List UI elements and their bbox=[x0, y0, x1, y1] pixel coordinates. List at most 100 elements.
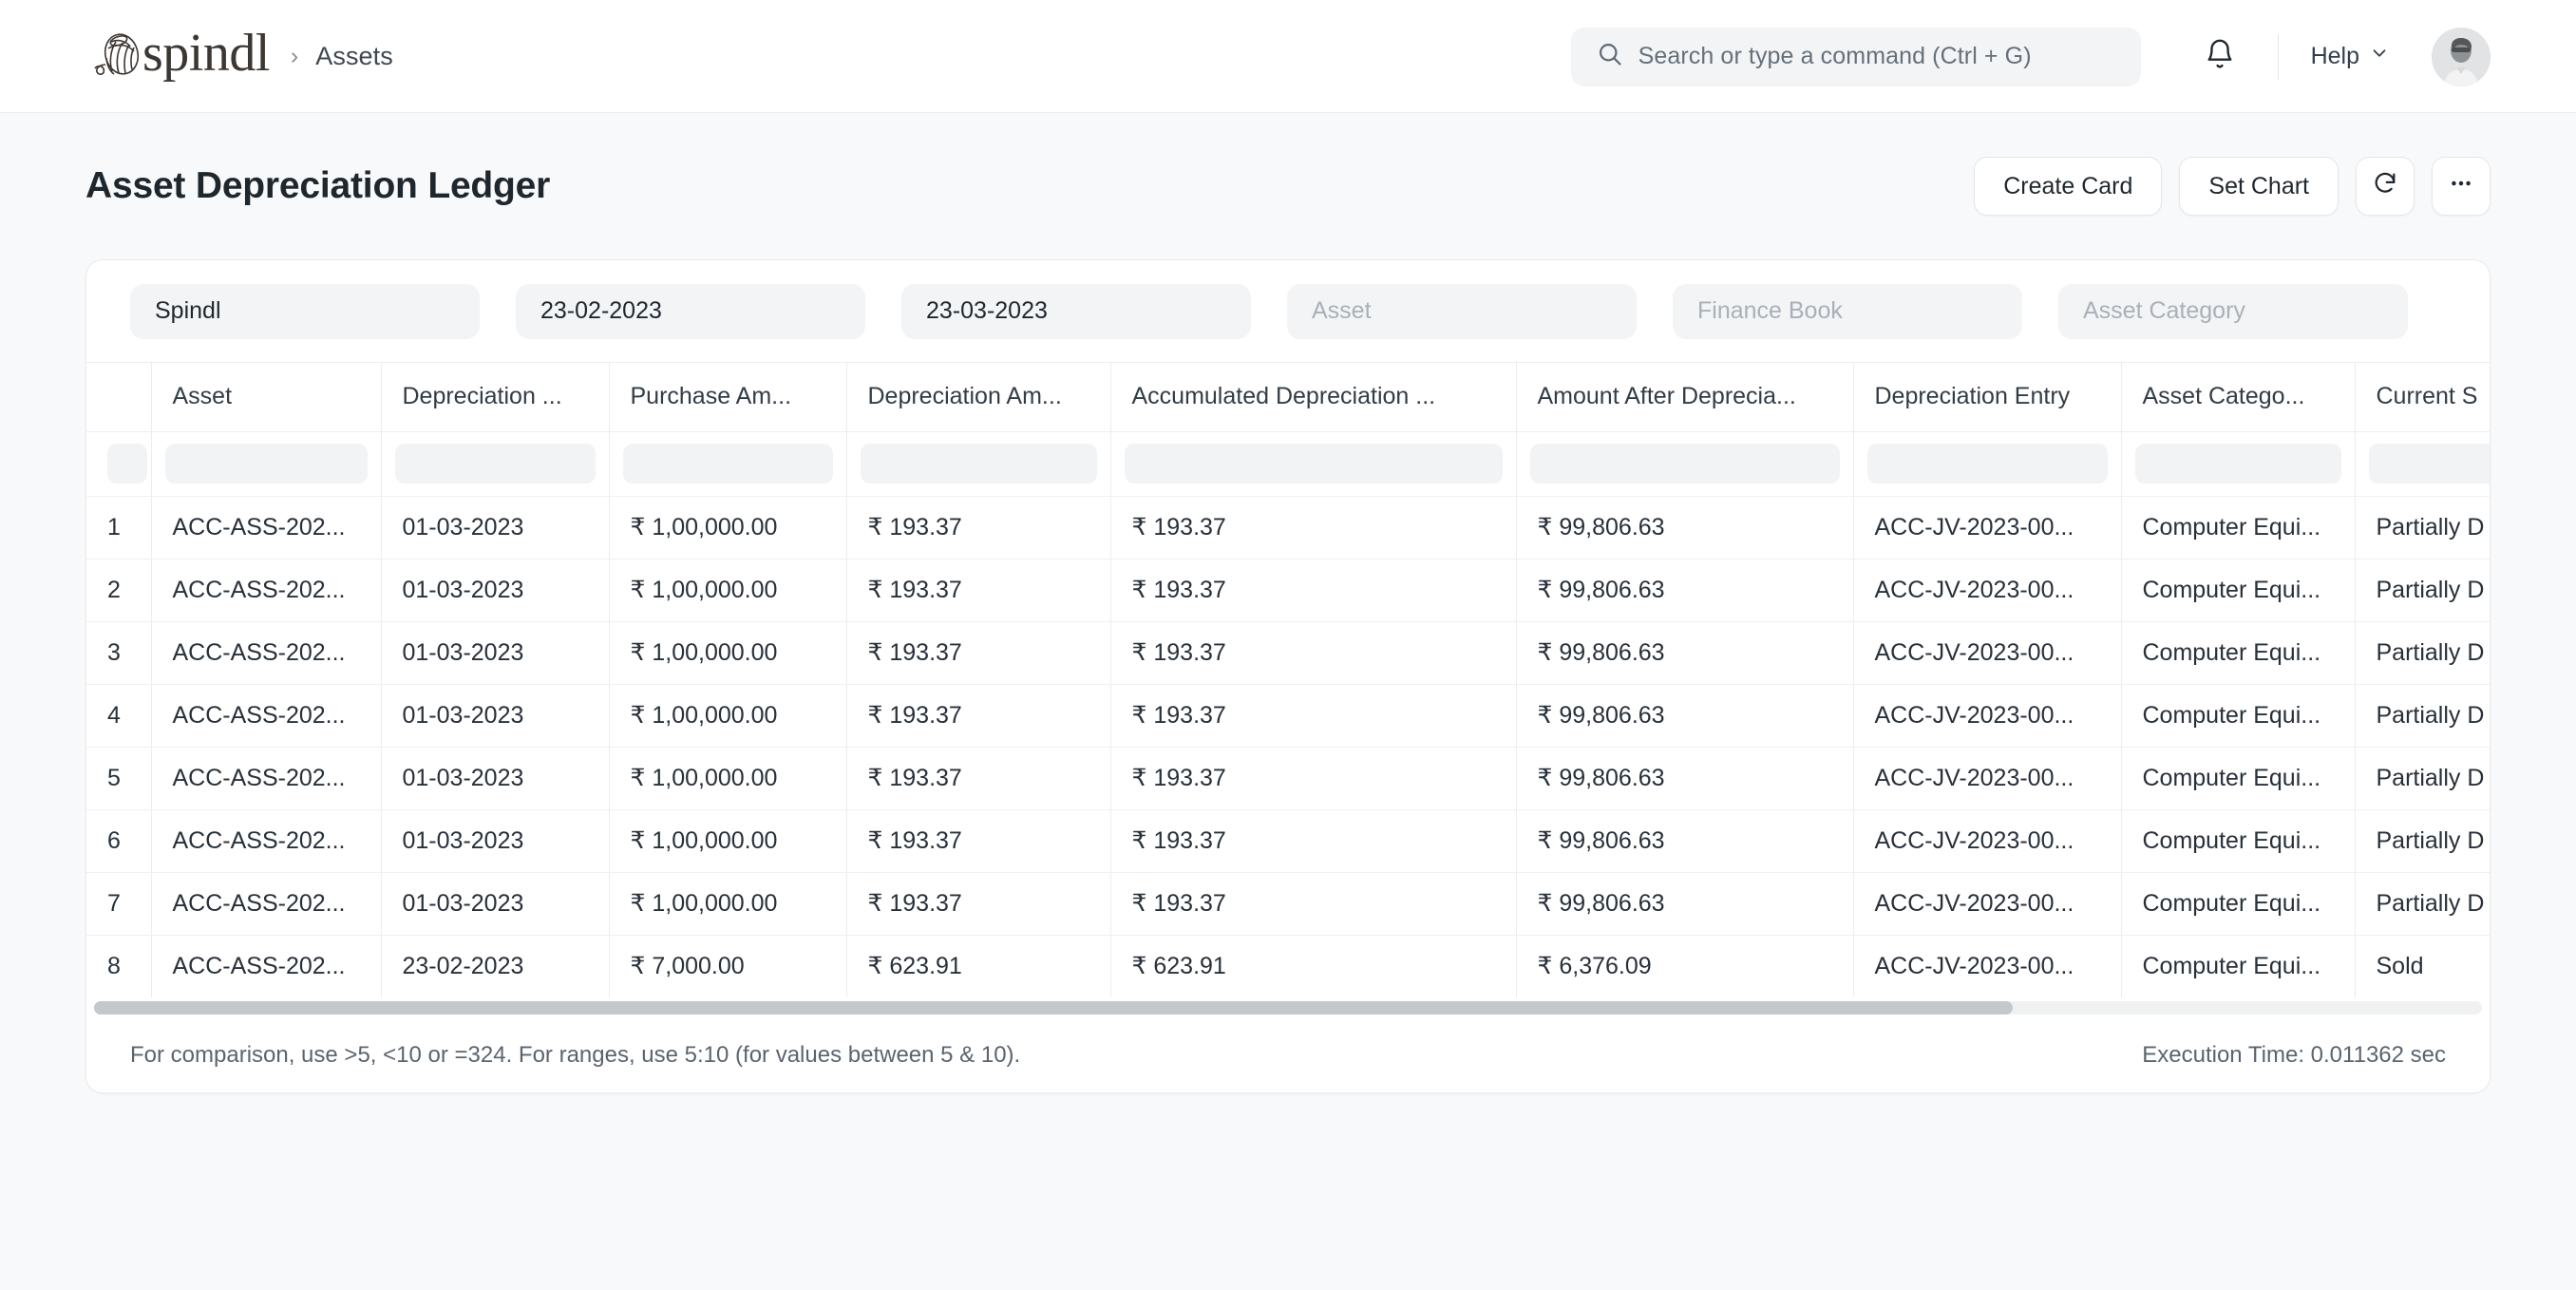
cell-amount_after[interactable]: ₹ 99,806.63 bbox=[1516, 684, 1853, 747]
cell-amount_after[interactable]: ₹ 99,806.63 bbox=[1516, 621, 1853, 684]
cell-asset[interactable]: ACC-ASS-202... bbox=[151, 935, 381, 997]
scrollbar-thumb[interactable] bbox=[94, 1001, 2013, 1015]
cell-depreciation_amount[interactable]: ₹ 193.37 bbox=[846, 621, 1110, 684]
table-row[interactable]: 8ACC-ASS-202...23-02-2023₹ 7,000.00₹ 623… bbox=[86, 935, 2490, 997]
cell-dep_entry[interactable]: ACC-JV-2023-00... bbox=[1853, 684, 2121, 747]
column-filter-input[interactable] bbox=[861, 444, 1097, 484]
cell-current_status[interactable]: Partially D bbox=[2355, 747, 2490, 809]
cell-purchase_amount[interactable]: ₹ 1,00,000.00 bbox=[609, 496, 846, 559]
cell-asset_category[interactable]: Computer Equi... bbox=[2121, 809, 2355, 872]
cell-amount_after[interactable]: ₹ 99,806.63 bbox=[1516, 809, 1853, 872]
cell-idx[interactable]: 8 bbox=[86, 935, 151, 997]
cell-asset_category[interactable]: Computer Equi... bbox=[2121, 621, 2355, 684]
cell-accumulated_depreciation[interactable]: ₹ 193.37 bbox=[1110, 496, 1516, 559]
cell-purchase_amount[interactable]: ₹ 1,00,000.00 bbox=[609, 747, 846, 809]
cell-depreciation_amount[interactable]: ₹ 193.37 bbox=[846, 496, 1110, 559]
cell-depreciation_amount[interactable]: ₹ 193.37 bbox=[846, 809, 1110, 872]
filter-asset[interactable]: Asset bbox=[1287, 284, 1637, 339]
cell-dep_date[interactable]: 01-03-2023 bbox=[381, 496, 609, 559]
cell-accumulated_depreciation[interactable]: ₹ 193.37 bbox=[1110, 872, 1516, 935]
table-row[interactable]: 2ACC-ASS-202...01-03-2023₹ 1,00,000.00₹ … bbox=[86, 559, 2490, 621]
column-filter-input[interactable] bbox=[2135, 444, 2341, 484]
cell-asset[interactable]: ACC-ASS-202... bbox=[151, 684, 381, 747]
cell-depreciation_amount[interactable]: ₹ 623.91 bbox=[846, 935, 1110, 997]
cell-asset[interactable]: ACC-ASS-202... bbox=[151, 496, 381, 559]
filter-cell-asset-category[interactable] bbox=[2121, 431, 2355, 496]
help-menu-button[interactable]: Help bbox=[2311, 43, 2390, 70]
avatar[interactable] bbox=[2432, 28, 2491, 86]
column-header-amount-after-depreciation[interactable]: Amount After Deprecia... bbox=[1516, 363, 1853, 431]
column-header-depreciation-amount[interactable]: Depreciation Am... bbox=[846, 363, 1110, 431]
set-chart-button[interactable]: Set Chart bbox=[2179, 157, 2339, 216]
table-row[interactable]: 7ACC-ASS-202...01-03-2023₹ 1,00,000.00₹ … bbox=[86, 872, 2490, 935]
table-row[interactable]: 3ACC-ASS-202...01-03-2023₹ 1,00,000.00₹ … bbox=[86, 621, 2490, 684]
cell-current_status[interactable]: Partially D bbox=[2355, 872, 2490, 935]
filter-cell-current-status[interactable] bbox=[2355, 431, 2490, 496]
cell-asset_category[interactable]: Computer Equi... bbox=[2121, 496, 2355, 559]
cell-asset_category[interactable]: Computer Equi... bbox=[2121, 684, 2355, 747]
column-filter-input[interactable] bbox=[1867, 444, 2108, 484]
column-filter-input[interactable] bbox=[1530, 444, 1840, 484]
filter-cell-depreciation-entry[interactable] bbox=[1853, 431, 2121, 496]
filter-cell-purchase-amount[interactable] bbox=[609, 431, 846, 496]
cell-amount_after[interactable]: ₹ 99,806.63 bbox=[1516, 496, 1853, 559]
column-filter-input[interactable] bbox=[1125, 444, 1503, 484]
cell-depreciation_amount[interactable]: ₹ 193.37 bbox=[846, 747, 1110, 809]
cell-dep_entry[interactable]: ACC-JV-2023-00... bbox=[1853, 621, 2121, 684]
cell-purchase_amount[interactable]: ₹ 1,00,000.00 bbox=[609, 684, 846, 747]
cell-depreciation_amount[interactable]: ₹ 193.37 bbox=[846, 872, 1110, 935]
column-header-depreciation-date[interactable]: Depreciation ... bbox=[381, 363, 609, 431]
cell-dep_entry[interactable]: ACC-JV-2023-00... bbox=[1853, 935, 2121, 997]
cell-dep_date[interactable]: 01-03-2023 bbox=[381, 872, 609, 935]
global-search[interactable]: Search or type a command (Ctrl + G) bbox=[1571, 28, 2141, 86]
cell-dep_entry[interactable]: ACC-JV-2023-00... bbox=[1853, 747, 2121, 809]
cell-dep_date[interactable]: 23-02-2023 bbox=[381, 935, 609, 997]
more-actions-button[interactable] bbox=[2432, 157, 2491, 216]
column-header-current-status[interactable]: Current S bbox=[2355, 363, 2490, 431]
cell-amount_after[interactable]: ₹ 6,376.09 bbox=[1516, 935, 1853, 997]
filter-cell-amount-after-depreciation[interactable] bbox=[1516, 431, 1853, 496]
cell-accumulated_depreciation[interactable]: ₹ 193.37 bbox=[1110, 559, 1516, 621]
cell-asset_category[interactable]: Computer Equi... bbox=[2121, 747, 2355, 809]
cell-depreciation_amount[interactable]: ₹ 193.37 bbox=[846, 559, 1110, 621]
cell-amount_after[interactable]: ₹ 99,806.63 bbox=[1516, 747, 1853, 809]
cell-asset[interactable]: ACC-ASS-202... bbox=[151, 621, 381, 684]
cell-current_status[interactable]: Partially D bbox=[2355, 684, 2490, 747]
filter-cell-depreciation-date[interactable] bbox=[381, 431, 609, 496]
cell-asset_category[interactable]: Computer Equi... bbox=[2121, 559, 2355, 621]
cell-purchase_amount[interactable]: ₹ 1,00,000.00 bbox=[609, 872, 846, 935]
table-row[interactable]: 4ACC-ASS-202...01-03-2023₹ 1,00,000.00₹ … bbox=[86, 684, 2490, 747]
cell-idx[interactable]: 5 bbox=[86, 747, 151, 809]
cell-accumulated_depreciation[interactable]: ₹ 193.37 bbox=[1110, 747, 1516, 809]
breadcrumb-assets[interactable]: Assets bbox=[315, 42, 393, 71]
column-header-purchase-amount[interactable]: Purchase Am... bbox=[609, 363, 846, 431]
cell-dep_date[interactable]: 01-03-2023 bbox=[381, 684, 609, 747]
cell-asset[interactable]: ACC-ASS-202... bbox=[151, 559, 381, 621]
cell-idx[interactable]: 4 bbox=[86, 684, 151, 747]
cell-current_status[interactable]: Partially D bbox=[2355, 559, 2490, 621]
cell-asset[interactable]: ACC-ASS-202... bbox=[151, 747, 381, 809]
cell-current_status[interactable]: Partially D bbox=[2355, 809, 2490, 872]
column-filter-input[interactable] bbox=[623, 444, 833, 484]
cell-amount_after[interactable]: ₹ 99,806.63 bbox=[1516, 559, 1853, 621]
filter-from-date[interactable]: 23-02-2023 bbox=[516, 284, 865, 339]
cell-accumulated_depreciation[interactable]: ₹ 193.37 bbox=[1110, 684, 1516, 747]
cell-idx[interactable]: 1 bbox=[86, 496, 151, 559]
cell-purchase_amount[interactable]: ₹ 1,00,000.00 bbox=[609, 809, 846, 872]
cell-accumulated_depreciation[interactable]: ₹ 193.37 bbox=[1110, 809, 1516, 872]
table-row[interactable]: 1ACC-ASS-202...01-03-2023₹ 1,00,000.00₹ … bbox=[86, 496, 2490, 559]
column-header-depreciation-entry[interactable]: Depreciation Entry bbox=[1853, 363, 2121, 431]
cell-idx[interactable]: 7 bbox=[86, 872, 151, 935]
cell-dep_entry[interactable]: ACC-JV-2023-00... bbox=[1853, 559, 2121, 621]
column-filter-input[interactable] bbox=[395, 444, 596, 484]
filter-asset-category[interactable]: Asset Category bbox=[2058, 284, 2408, 339]
cell-current_status[interactable]: Partially D bbox=[2355, 621, 2490, 684]
cell-depreciation_amount[interactable]: ₹ 193.37 bbox=[846, 684, 1110, 747]
cell-asset[interactable]: ACC-ASS-202... bbox=[151, 872, 381, 935]
column-header-accumulated-depreciation[interactable]: Accumulated Depreciation ... bbox=[1110, 363, 1516, 431]
cell-purchase_amount[interactable]: ₹ 1,00,000.00 bbox=[609, 621, 846, 684]
filter-company[interactable]: Spindl bbox=[130, 284, 480, 339]
cell-purchase_amount[interactable]: ₹ 1,00,000.00 bbox=[609, 559, 846, 621]
row-select-checkbox[interactable] bbox=[107, 444, 147, 484]
filter-cell-accumulated-depreciation[interactable] bbox=[1110, 431, 1516, 496]
